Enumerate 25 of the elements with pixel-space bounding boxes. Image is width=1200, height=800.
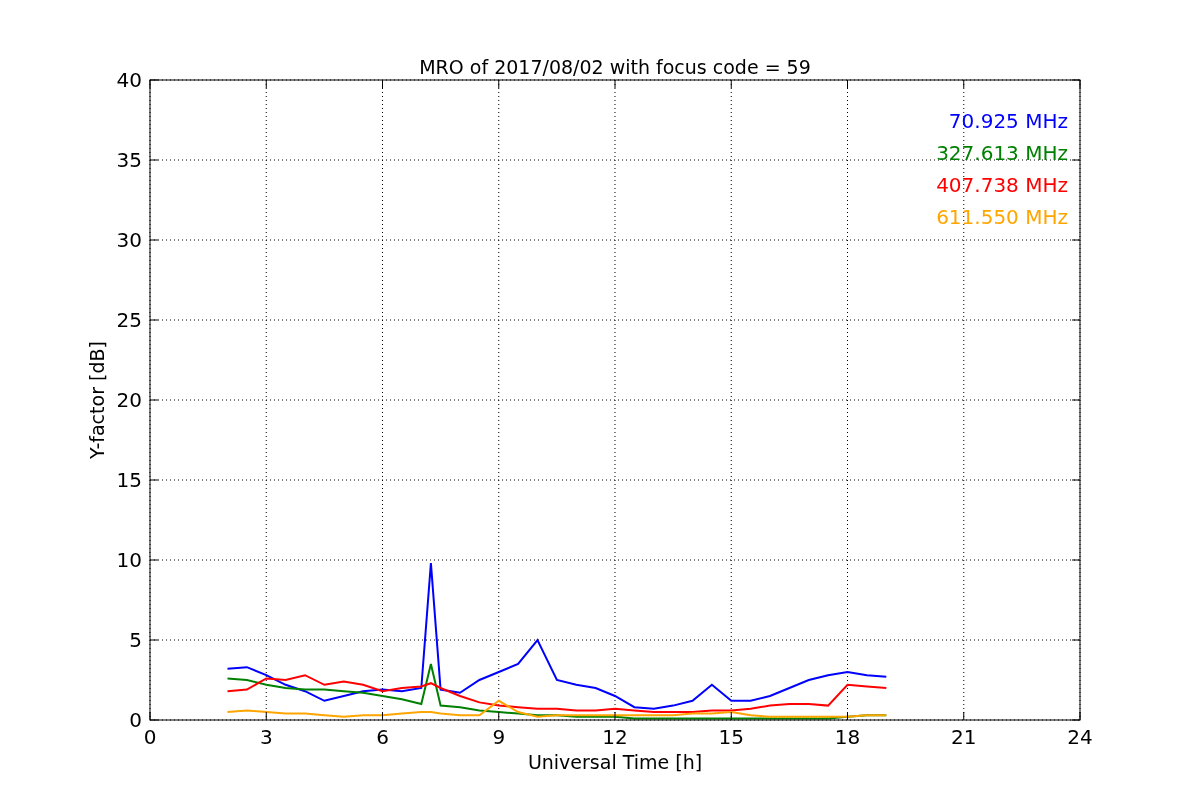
y-tick-label: 5 [129,628,142,652]
x-tick-label: 6 [376,725,389,749]
x-tick-label: 0 [143,725,157,749]
y-tick-label: 20 [116,388,142,412]
legend-label: 611.550 MHz [936,205,1068,229]
legend-label: 407.738 MHz [936,173,1068,197]
x-tick-label: 9 [492,725,506,749]
x-tick-label: 3 [259,725,273,749]
legend-label: 70.925 MHz [948,109,1068,133]
y-tick-label: 15 [116,468,142,492]
x-tick-label: 24 [1067,725,1093,749]
x-axis-label: Universal Time [h] [527,751,703,773]
y-tick-label: 35 [116,148,142,172]
x-tick-label: 12 [602,725,628,749]
y-axis-label: Y-factor [dB] [86,341,108,459]
x-tick-label: 15 [718,725,744,749]
legend-label: 327.613 MHz [936,141,1068,165]
y-tick-label: 0 [129,708,142,732]
y-tick-label: 25 [116,308,142,332]
x-tick-label: 18 [834,725,861,749]
y-tick-label: 30 [116,228,142,252]
y-tick-label: 40 [116,68,142,92]
x-tick-label: 21 [951,725,977,749]
chart-title: MRO of 2017/08/02 with focus code = 59 [419,56,811,78]
y-tick-label: 10 [116,548,142,572]
